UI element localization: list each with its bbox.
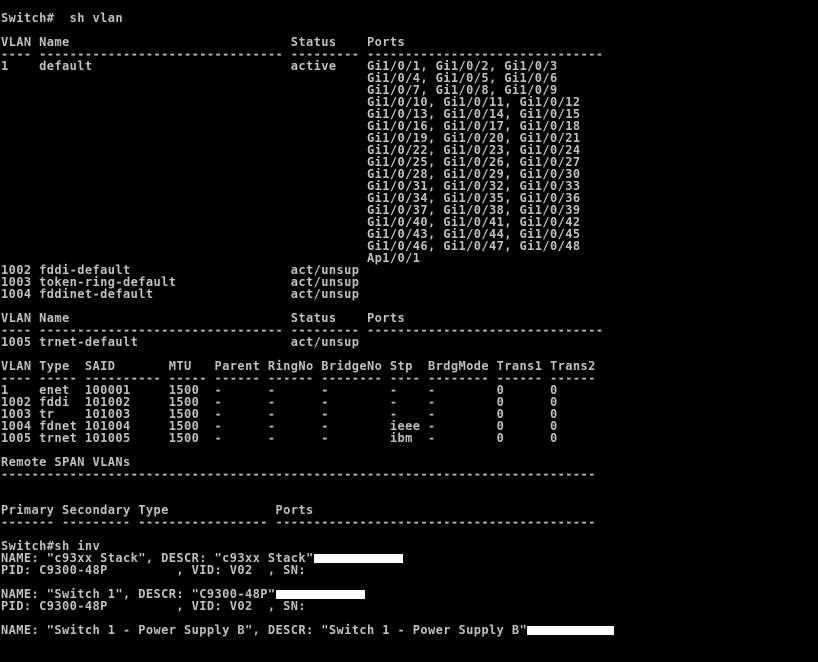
terminal-line: PID: C9300-48P , VID: V02 , SN: [1,599,314,613]
redacted-serial-box [527,626,615,635]
redacted-serial-box [275,590,365,599]
terminal-line: NAME: "Switch 1 - Power Supply B", DESCR… [1,624,817,636]
terminal-line: PID: C9300-48P , VID: V02 , SN: [1,563,314,577]
terminal-line: ------- --------- ----------------- ----… [1,515,596,529]
redacted-serial-box [313,554,403,563]
terminal-line-text: NAME: "Switch 1 - Power Supply B", DESCR… [1,623,528,637]
terminal-line: 1005 trnet-default act/unsup [1,335,360,349]
terminal-line: 1004 fddinet-default act/unsup [1,287,360,301]
terminal-window[interactable]: Switch# sh vlan VLAN Name Status Ports -… [1,12,817,662]
terminal-line: Switch# sh vlan [1,12,123,25]
terminal-line: 1005 trnet 101005 1500 - - - ibm - 0 0 [1,431,558,445]
terminal-line: ----------------------------------------… [1,467,596,481]
